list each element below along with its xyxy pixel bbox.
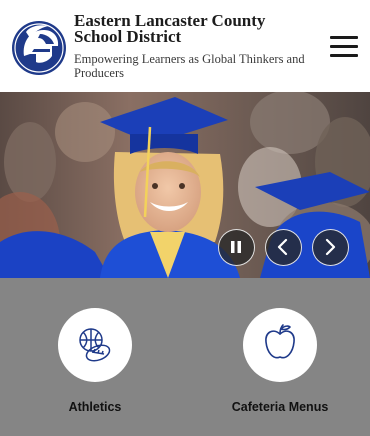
sports-balls-icon: [79, 328, 111, 362]
athletics-label[interactable]: Athletics: [25, 400, 165, 414]
chevron-left-icon: [277, 238, 288, 256]
chevron-right-icon: [325, 238, 336, 256]
site-header: Eastern Lancaster County School District…: [0, 0, 370, 92]
spartan-helmet-logo[interactable]: [10, 16, 68, 78]
district-tagline: Empowering Learners as Global Thinkers a…: [74, 52, 305, 80]
apple-icon: [265, 324, 295, 359]
quick-link-cafeteria-menus[interactable]: Cafeteria Menus: [210, 308, 350, 418]
cafeteria-menus-label[interactable]: Cafeteria Menus: [210, 400, 350, 414]
quick-links-section: Athletics Cafeteria Menus: [0, 278, 370, 436]
athletics-icon-circle[interactable]: [58, 308, 132, 382]
cafeteria-icon-circle[interactable]: [243, 308, 317, 382]
hamburger-menu-icon[interactable]: [330, 36, 358, 58]
pause-icon: [231, 241, 241, 253]
next-slide-button[interactable]: [312, 229, 349, 266]
pause-button[interactable]: [218, 229, 255, 266]
district-title[interactable]: Eastern Lancaster County School District: [74, 12, 314, 45]
quick-link-athletics[interactable]: Athletics: [25, 308, 165, 418]
previous-slide-button[interactable]: [265, 229, 302, 266]
